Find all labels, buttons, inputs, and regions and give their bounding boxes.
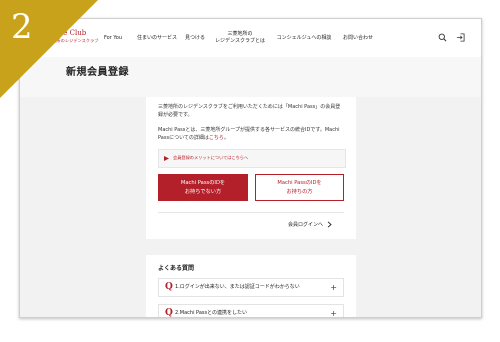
about-end: 。: [223, 135, 229, 141]
plus-icon: +: [330, 309, 337, 318]
faq-title: よくある質問: [158, 265, 195, 272]
nav-about-club[interactable]: 三菱地所の レジデンスクラブとは: [210, 19, 270, 57]
nav-concierge[interactable]: コンシェルジュへの相談: [273, 19, 335, 57]
triangle-right-icon: [164, 156, 169, 161]
step-number: 2: [11, 7, 33, 47]
faq-item[interactable]: Q 1.ログインが出来ない、または認証コードがわからない +: [158, 278, 344, 297]
card-divider: [158, 212, 344, 213]
has-id-button[interactable]: Machi PassのIDを お持ちの方: [255, 174, 344, 201]
plus-icon: +: [330, 283, 337, 292]
merit-accordion[interactable]: 会員登録のメリットについてはこちらへ: [158, 149, 346, 168]
faq-q-mark: Q: [165, 282, 173, 292]
faq-question: 1.ログインが出来ない、または認証コードがわからない: [175, 284, 300, 290]
has-id-button-label: Machi PassのIDを お持ちの方: [277, 179, 322, 195]
nav-services[interactable]: 住まいのサービス: [132, 19, 182, 57]
faq-question: 2.Machi Passとの連携をしたい: [175, 310, 248, 316]
nav-contact[interactable]: お問い合わせ: [338, 19, 378, 57]
chevron-right-icon: [327, 221, 332, 228]
about-text: Machi Passとは、三菱地所グループが提供する各サービスの統合IDです。M…: [158, 127, 340, 141]
no-id-button[interactable]: Machi PassのIDを お持ちでない方: [158, 174, 248, 201]
search-icon[interactable]: [438, 33, 447, 42]
register-intro: 三菱地所のレジデンスクラブをご利用いただくためには「Machi Pass」の会員…: [158, 104, 341, 118]
faq-q-mark: Q: [165, 308, 173, 318]
no-id-button-label: Machi PassのIDを お持ちでない方: [180, 179, 226, 195]
nav-for-you[interactable]: For You: [98, 19, 128, 57]
member-login-label: 会員ログインへ: [288, 222, 324, 228]
login-icon[interactable]: [456, 33, 465, 42]
machi-pass-about: Machi Passとは、三菱地所グループが提供する各サービスの統合IDです。M…: [158, 126, 344, 142]
nav-find[interactable]: 見つける: [183, 19, 207, 57]
about-link[interactable]: こちら: [209, 135, 224, 141]
faq-item[interactable]: Q 2.Machi Passとの連携をしたい +: [158, 304, 344, 318]
merit-link-text: 会員登録のメリットについてはこちらへ: [173, 155, 249, 160]
member-login-link[interactable]: 会員ログインへ: [288, 220, 332, 229]
